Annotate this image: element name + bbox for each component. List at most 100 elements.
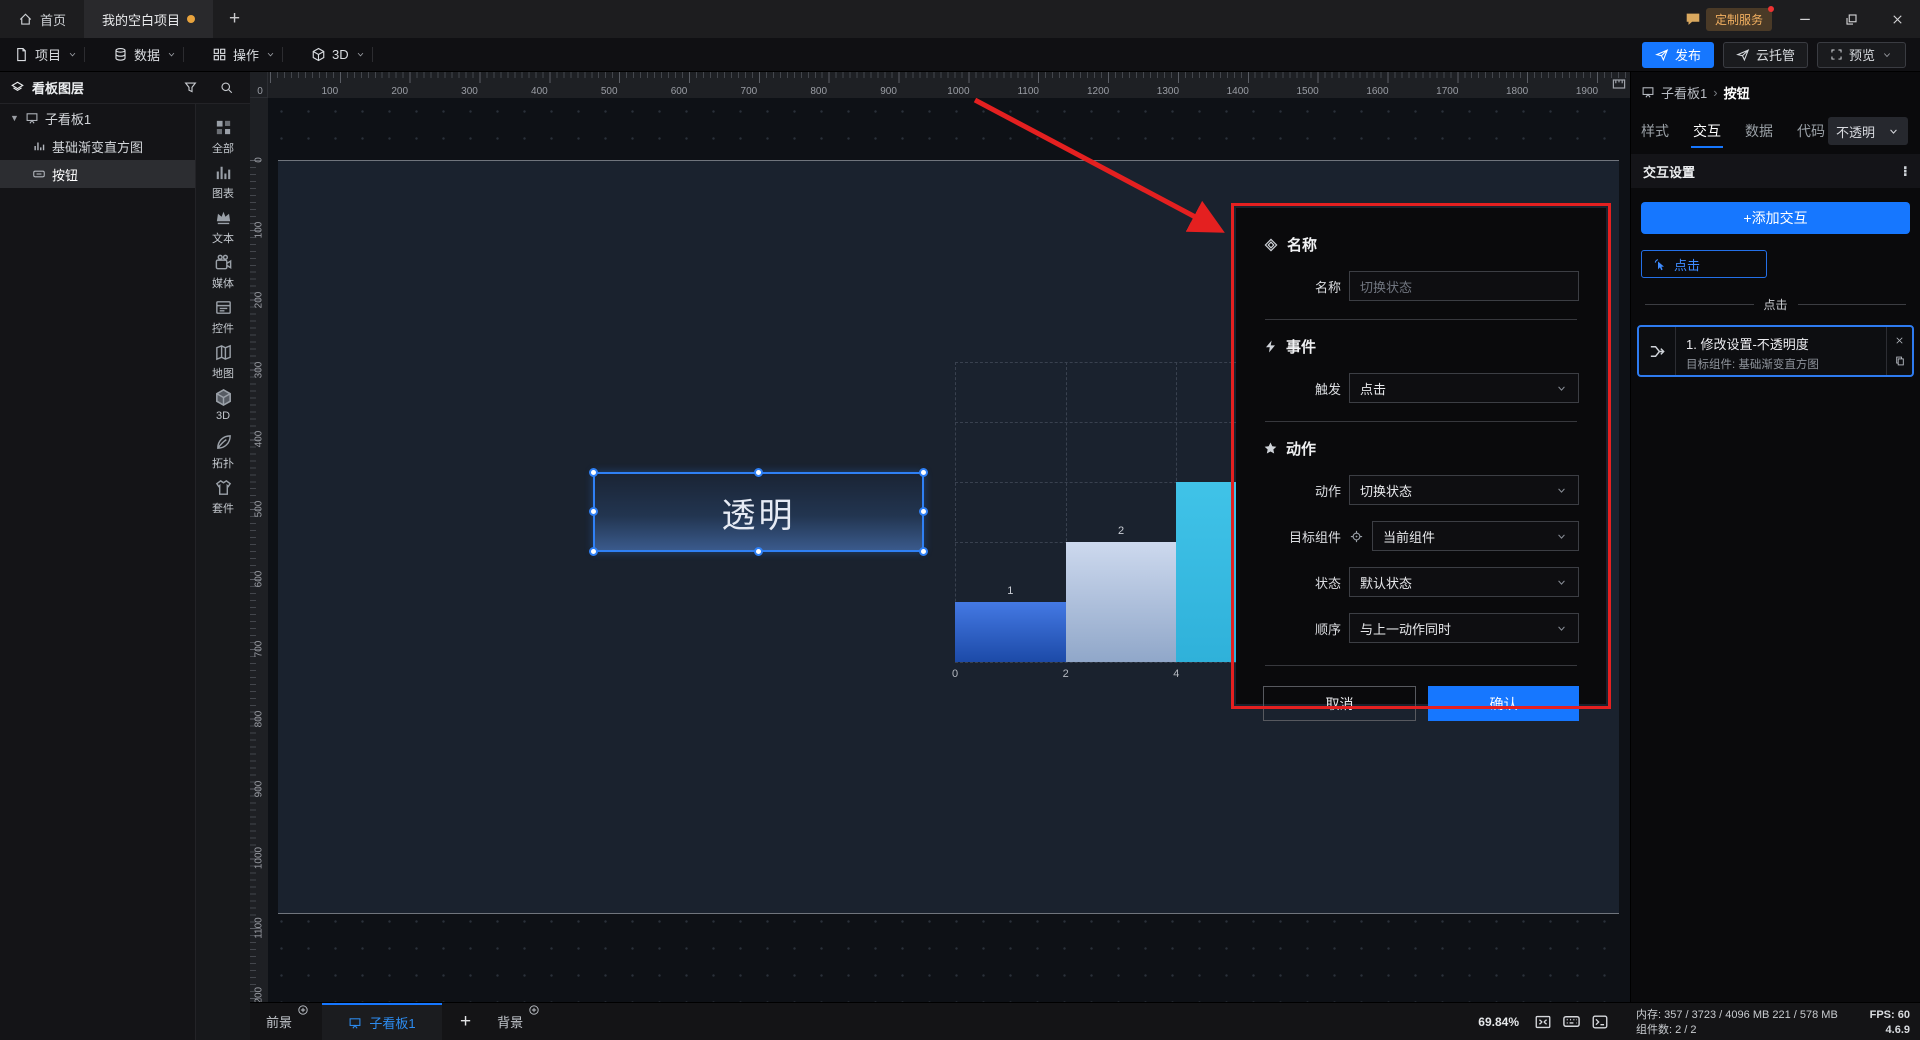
publish-button[interactable]: 发布 (1641, 41, 1714, 68)
confirm-button[interactable]: 确认 (1428, 686, 1579, 721)
foreground-label[interactable]: 前景 (262, 1012, 296, 1031)
dock-item[interactable]: 控件 (196, 298, 250, 343)
tree-item-label: 按钮 (52, 167, 79, 183)
trigger-select-value: 点击 (1360, 381, 1387, 397)
selection-handle[interactable] (589, 468, 598, 477)
breadcrumb-parent[interactable]: 子看板1 (1661, 83, 1707, 102)
add-background-icon[interactable] (528, 1004, 540, 1016)
menu-item-label: 操作 (233, 48, 260, 63)
menu-item[interactable]: 操作 (198, 38, 297, 71)
console-icon[interactable] (1591, 1013, 1609, 1031)
ruler-settings-icon[interactable] (1611, 76, 1627, 92)
click-event-button[interactable]: 点击 (1641, 250, 1767, 278)
tab-home[interactable]: 首页 (0, 0, 84, 38)
dock-item[interactable]: 文本 (196, 208, 250, 253)
fit-screen-icon[interactable] (1534, 1013, 1552, 1031)
maximize-button[interactable] (1828, 0, 1874, 38)
selection-handle[interactable] (589, 547, 598, 556)
chevron-down-icon (1555, 382, 1568, 395)
board-tab-active[interactable]: 子看板1 (322, 1003, 443, 1040)
dock-item[interactable]: 拓扑 (196, 433, 250, 478)
dock-item[interactable]: 图表 (196, 163, 250, 208)
tab-project-label: 我的空白项目 (102, 12, 181, 28)
kebab-menu-icon[interactable]: ⁝ (1903, 163, 1908, 180)
dialog-divider (1265, 421, 1577, 422)
ruler-number: 1200 (1086, 86, 1110, 97)
opacity-dropdown[interactable]: 不透明 (1828, 117, 1908, 145)
tab-project[interactable]: 我的空白项目 (84, 0, 214, 38)
tab-code[interactable]: 代码 (1797, 112, 1825, 150)
interaction-card-title: 1. 修改设置-不透明度 (1686, 337, 1809, 352)
menu-item[interactable]: 项目 (0, 38, 99, 71)
add-foreground-icon[interactable] (297, 1004, 309, 1016)
chat-bubble-icon[interactable] (1684, 0, 1702, 38)
delete-interaction-icon[interactable] (1894, 335, 1905, 346)
background-label[interactable]: 背景 (493, 1012, 527, 1031)
h-ruler[interactable]: 0 100 200 300 400 500 600 700 800 900 1000 1100 1200… (257, 72, 1630, 98)
cursor-click-icon (1652, 257, 1667, 272)
v-ruler[interactable]: 0 100 200 300 400 500 600 700 800 900 1000 1100 1200 (250, 98, 268, 1009)
selection-handle[interactable] (589, 507, 598, 516)
minimize-button[interactable] (1782, 0, 1828, 38)
notification-dot (1768, 5, 1774, 12)
target-picker-icon[interactable] (1349, 529, 1364, 544)
tab-style[interactable]: 样式 (1641, 112, 1669, 150)
action-field-select[interactable]: 当前组件 (1372, 521, 1579, 551)
dock-item[interactable]: 全部 (196, 118, 250, 163)
interaction-card[interactable]: 1. 修改设置-不透明度 目标组件: 基础渐变直方图 (1637, 325, 1914, 377)
action-field-select[interactable]: 默认状态 (1349, 567, 1579, 597)
selection-handle[interactable] (919, 507, 928, 516)
selection-handle[interactable] (753, 468, 763, 477)
menu-item-label: 数据 (134, 48, 161, 63)
preview-label: 预览 (1848, 48, 1875, 63)
menu-item[interactable]: 3D (297, 38, 387, 71)
dock-item[interactable]: 套件 (196, 478, 250, 523)
tab-data[interactable]: 数据 (1745, 112, 1773, 150)
fps-value: 60 (1897, 1009, 1910, 1021)
tree-item-board[interactable]: ▼ 子看板1 (0, 104, 195, 132)
inspector-panel: 子看板1 › 按钮 样式 交互 数据 代码 不透明 交互设置 ⁝ +添加交互 点… (1630, 72, 1920, 1002)
button-widget-selected[interactable]: 透明 (589, 468, 928, 556)
send-icon (1736, 48, 1750, 62)
cancel-button[interactable]: 取消 (1263, 686, 1416, 721)
copy-interaction-icon[interactable] (1894, 355, 1906, 367)
action-field-select[interactable]: 与上一动作同时 (1349, 613, 1579, 643)
dock-item[interactable]: 3D (196, 388, 250, 433)
add-interaction-button[interactable]: +添加交互 (1641, 202, 1910, 234)
field-label: 状态 (1314, 575, 1341, 591)
selection-handle[interactable] (919, 468, 928, 477)
cloud-hosting-button[interactable]: 云托管 (1722, 41, 1808, 68)
selection-handle[interactable] (919, 547, 928, 556)
dock-item[interactable]: 媒体 (196, 253, 250, 298)
keyboard-shortcuts-icon[interactable] (1562, 1012, 1581, 1031)
selection-handle[interactable] (753, 547, 763, 556)
menu-item-label: 项目 (35, 48, 62, 63)
opacity-dropdown-value: 不透明 (1836, 124, 1876, 140)
close-button[interactable] (1874, 0, 1920, 38)
menu-item[interactable]: 数据 (99, 38, 198, 71)
new-tab-button[interactable]: + (213, 0, 256, 38)
trigger-select[interactable]: 点击 (1349, 373, 1579, 403)
canvas-viewport[interactable]: 12024 透明 名称 名称 切换状态 事件 触发 点击 动作 动作 切换状态 … (268, 98, 1630, 1002)
filter-icon[interactable] (183, 80, 198, 95)
menu-item-icon (14, 47, 29, 62)
menu-item-label: 3D (332, 47, 349, 62)
board-icon (348, 1016, 362, 1030)
ruler-number: 500 (253, 500, 265, 518)
custom-service-badge[interactable]: 定制服务 (1705, 5, 1774, 31)
ruler-number: 0 (253, 157, 265, 163)
tree-item-button[interactable]: 按钮 (0, 160, 195, 188)
zoom-level[interactable]: 69.84% (1478, 1015, 1519, 1029)
add-board-button[interactable]: + (460, 1011, 471, 1033)
tab-interaction[interactable]: 交互 (1691, 112, 1723, 150)
preview-button[interactable]: 预览 (1816, 41, 1906, 68)
name-input[interactable]: 切换状态 (1349, 271, 1579, 301)
action-field-row: 目标组件 当前组件 (1263, 521, 1579, 551)
dock-item[interactable]: 地图 (196, 343, 250, 388)
tree-item-histogram[interactable]: 基础渐变直方图 (0, 132, 195, 160)
chart-bar (955, 602, 1066, 662)
search-icon[interactable] (219, 80, 234, 95)
expand-caret-icon[interactable]: ▼ (10, 113, 19, 123)
ruler-number: 500 (600, 86, 618, 97)
action-field-select[interactable]: 切换状态 (1349, 475, 1579, 505)
